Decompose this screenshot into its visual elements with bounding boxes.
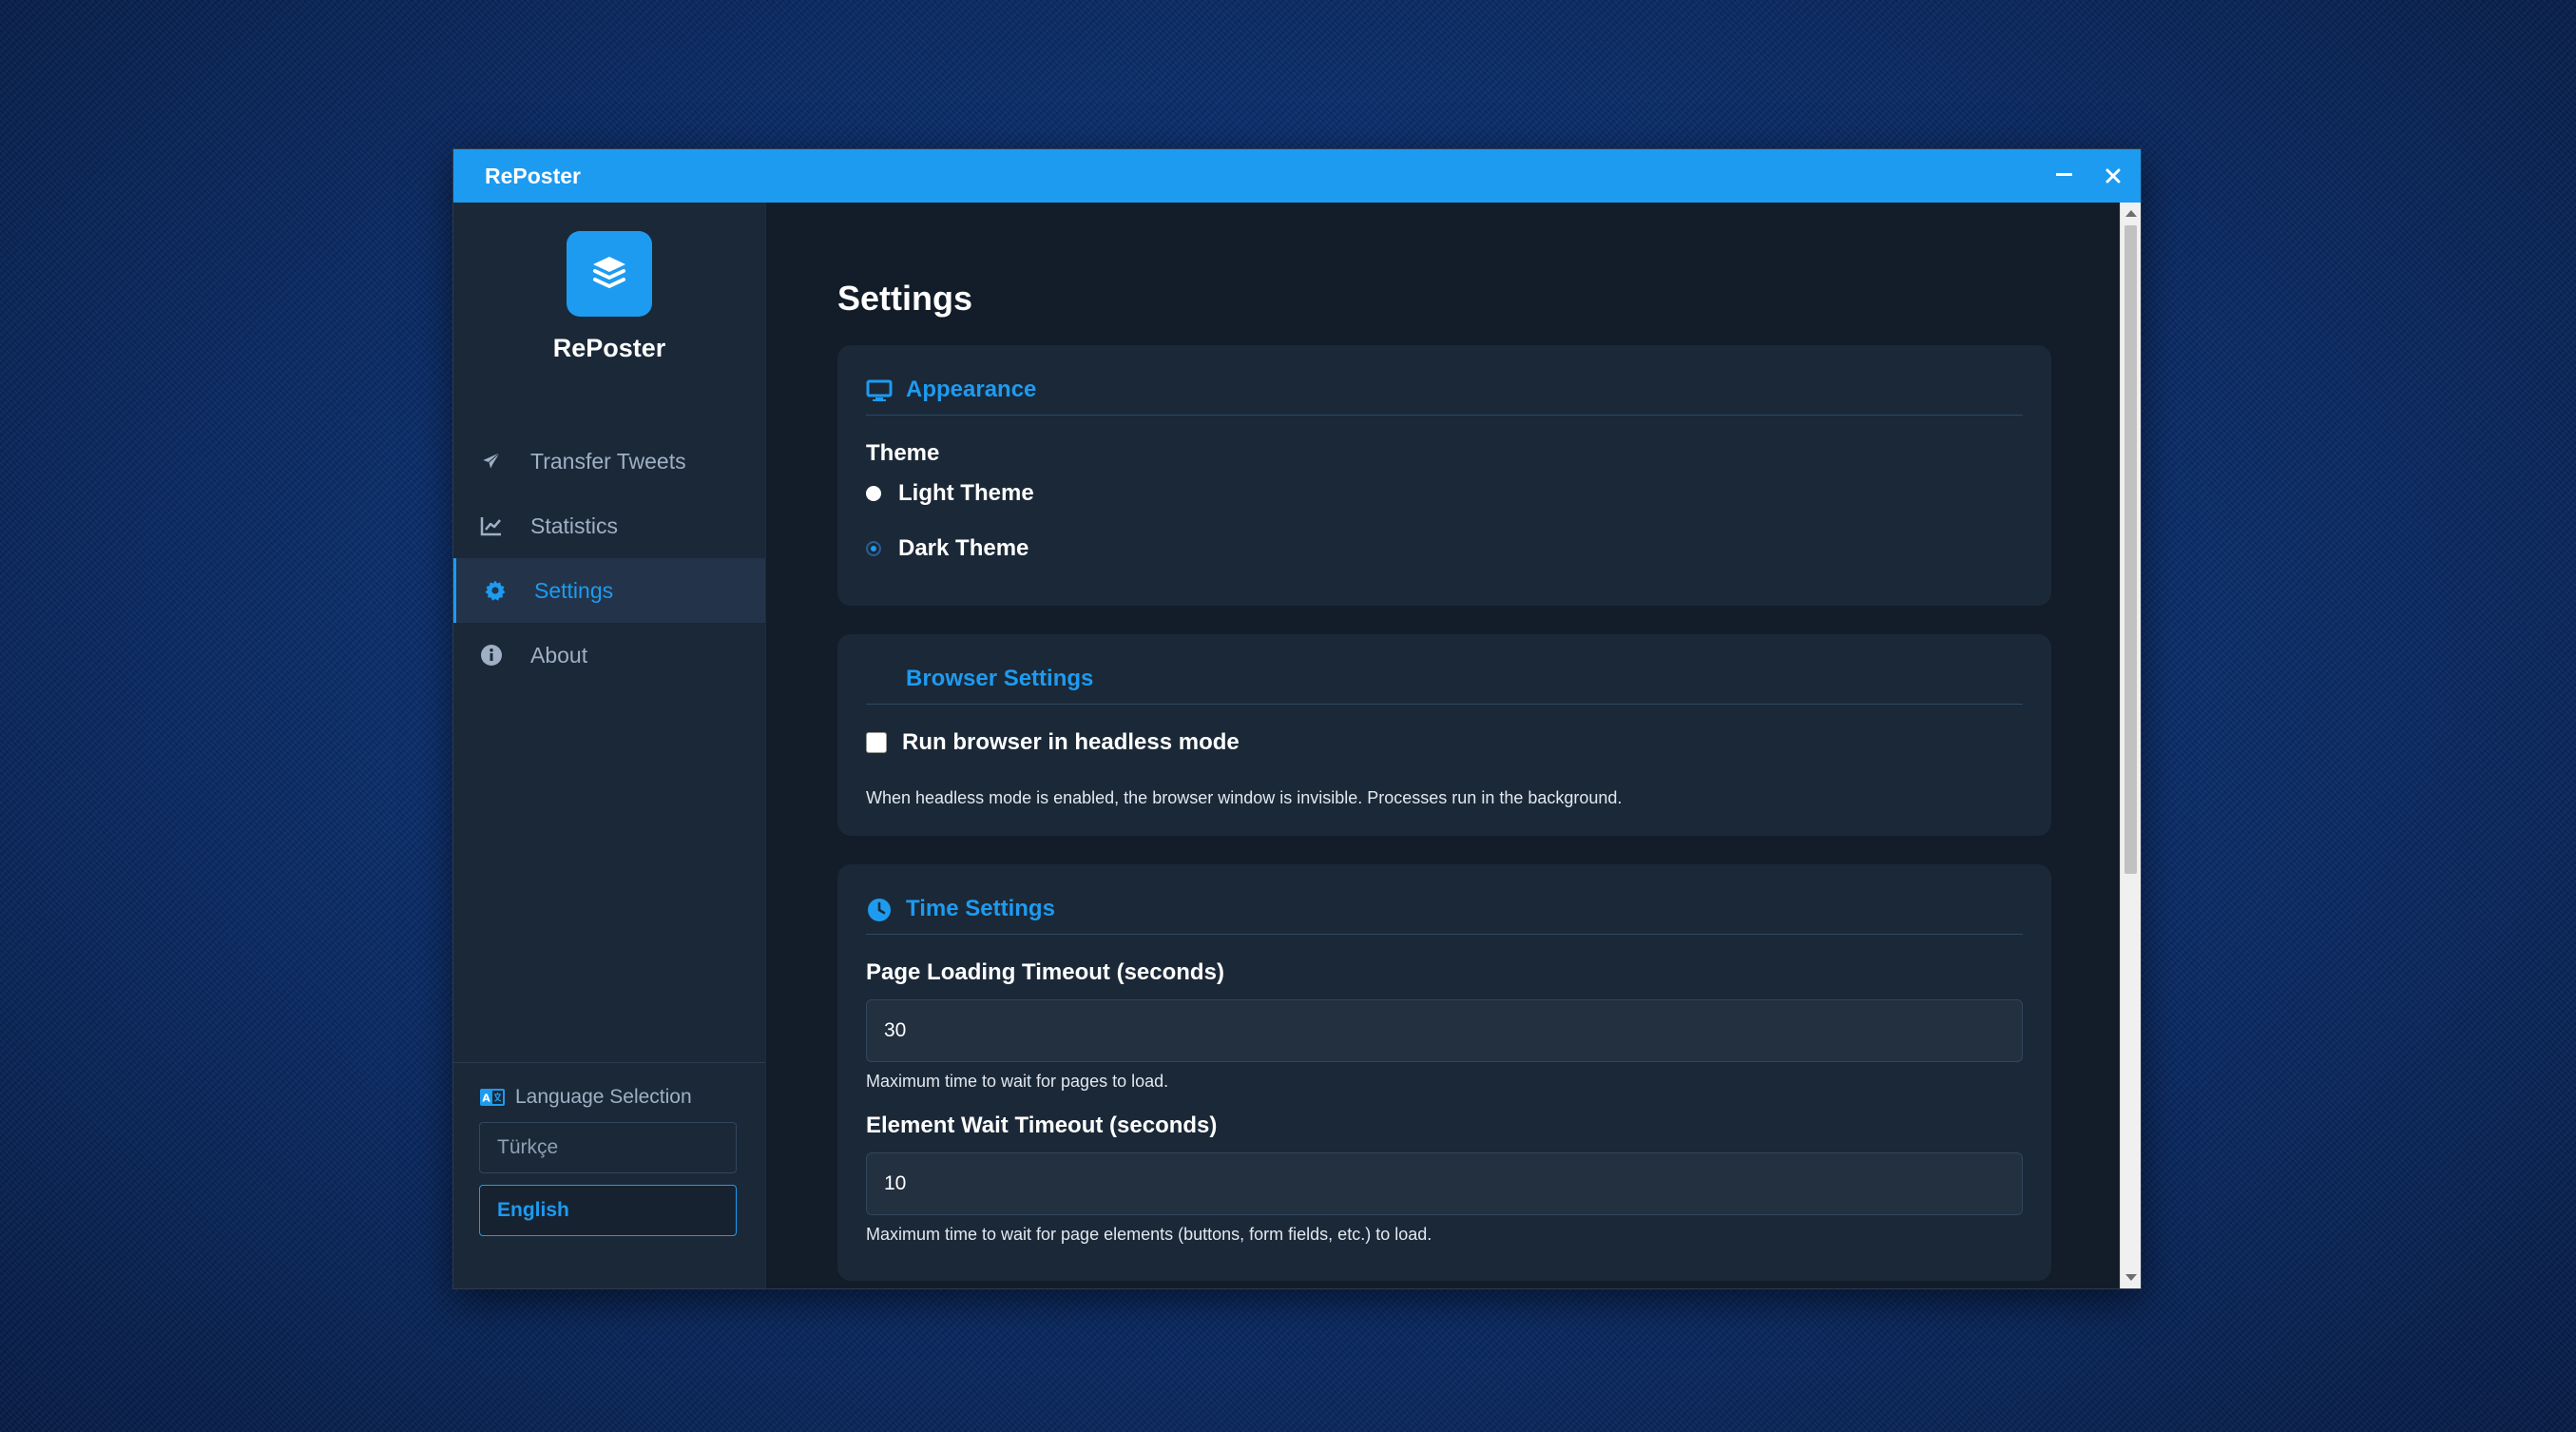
page-timeout-input[interactable]: 30 [866, 999, 2023, 1062]
headless-mode-label: Run browser in headless mode [902, 729, 1240, 755]
browser-settings-card: Browser Settings Run browser in headless… [837, 634, 2051, 836]
gear-icon [483, 578, 508, 603]
minimize-button[interactable] [2039, 149, 2088, 203]
light-theme-radio[interactable] [866, 486, 881, 501]
sidebar-item-label: About [530, 642, 588, 668]
language-option-turkce[interactable]: Türkçe [479, 1122, 737, 1173]
monitor-icon [866, 378, 893, 403]
browser-settings-heading: Browser Settings [866, 634, 2023, 705]
page-timeout-label: Page Loading Timeout (seconds) [866, 959, 1224, 985]
headless-mode-option[interactable]: Run browser in headless mode [866, 729, 2023, 756]
title-bar[interactable]: RePoster [453, 149, 2141, 203]
language-option-english[interactable]: English [479, 1185, 737, 1236]
sidebar-item-transfer-tweets[interactable]: Transfer Tweets [453, 429, 765, 493]
dark-theme-radio[interactable] [866, 541, 881, 556]
scroll-up-arrow-icon[interactable] [2124, 210, 2137, 217]
language-icon: A [479, 1088, 506, 1107]
time-settings-card: Time Settings Page Loading Timeout (seco… [837, 864, 2051, 1281]
headless-mode-help: When headless mode is enabled, the brows… [866, 788, 1623, 807]
time-settings-heading-label: Time Settings [906, 896, 1055, 921]
close-button[interactable] [2088, 149, 2138, 203]
clock-icon [866, 898, 893, 922]
appearance-card: Appearance Theme Light Theme Dark Theme [837, 345, 2051, 606]
theme-label: Theme [866, 440, 940, 466]
language-heading-label: Language Selection [515, 1086, 692, 1108]
page-title: Settings [837, 279, 973, 318]
app-logo [567, 231, 652, 317]
sidebar-item-label: Settings [534, 577, 614, 603]
element-timeout-label: Element Wait Timeout (seconds) [866, 1113, 1218, 1138]
browser-settings-heading-label: Browser Settings [906, 666, 1094, 691]
sidebar-item-about[interactable]: About [453, 623, 765, 687]
sidebar-item-settings[interactable]: Settings [453, 558, 765, 623]
light-theme-option[interactable]: Light Theme [866, 480, 2023, 507]
language-selection: A Language Selection Türkçe English [453, 1062, 765, 1288]
sidebar-item-statistics[interactable]: Statistics [453, 493, 765, 558]
paper-plane-icon [479, 449, 504, 474]
brand-name: RePoster [552, 334, 666, 362]
dark-theme-option[interactable]: Dark Theme [866, 535, 2023, 562]
appearance-heading-label: Appearance [906, 377, 1037, 402]
sidebar: RePoster Transfer Tweets Statistics Sett… [453, 203, 766, 1288]
scroll-down-arrow-icon[interactable] [2124, 1274, 2137, 1281]
line-chart-icon [479, 513, 504, 538]
main-content: Settings Appearance Theme Light Theme Da… [766, 203, 2141, 1288]
info-icon [479, 643, 504, 668]
vertical-scrollbar[interactable] [2120, 203, 2141, 1288]
time-settings-heading: Time Settings [866, 864, 2023, 935]
minimize-icon [2055, 172, 2072, 176]
svg-text:A: A [482, 1093, 490, 1105]
light-theme-label: Light Theme [898, 480, 1034, 506]
dark-theme-label: Dark Theme [898, 535, 1029, 561]
element-timeout-help: Maximum time to wait for page elements (… [866, 1225, 1432, 1244]
scrollbar-thumb[interactable] [2124, 225, 2137, 874]
sidebar-item-label: Statistics [530, 513, 619, 538]
headless-mode-checkbox[interactable] [866, 732, 887, 753]
appearance-heading: Appearance [866, 345, 2023, 416]
page-timeout-help: Maximum time to wait for pages to load. [866, 1072, 1169, 1091]
sidebar-item-label: Transfer Tweets [530, 448, 686, 474]
window-title: RePoster [485, 163, 581, 188]
close-icon [2105, 168, 2121, 184]
layers-icon [593, 257, 625, 288]
element-timeout-input[interactable]: 10 [866, 1152, 2023, 1215]
sidebar-nav: Transfer Tweets Statistics Settings Abou… [453, 429, 765, 687]
app-window: RePoster RePoster Transfer Tweets Statis… [452, 148, 2142, 1289]
language-heading: A Language Selection [479, 1086, 740, 1109]
browser-icon [866, 668, 893, 692]
